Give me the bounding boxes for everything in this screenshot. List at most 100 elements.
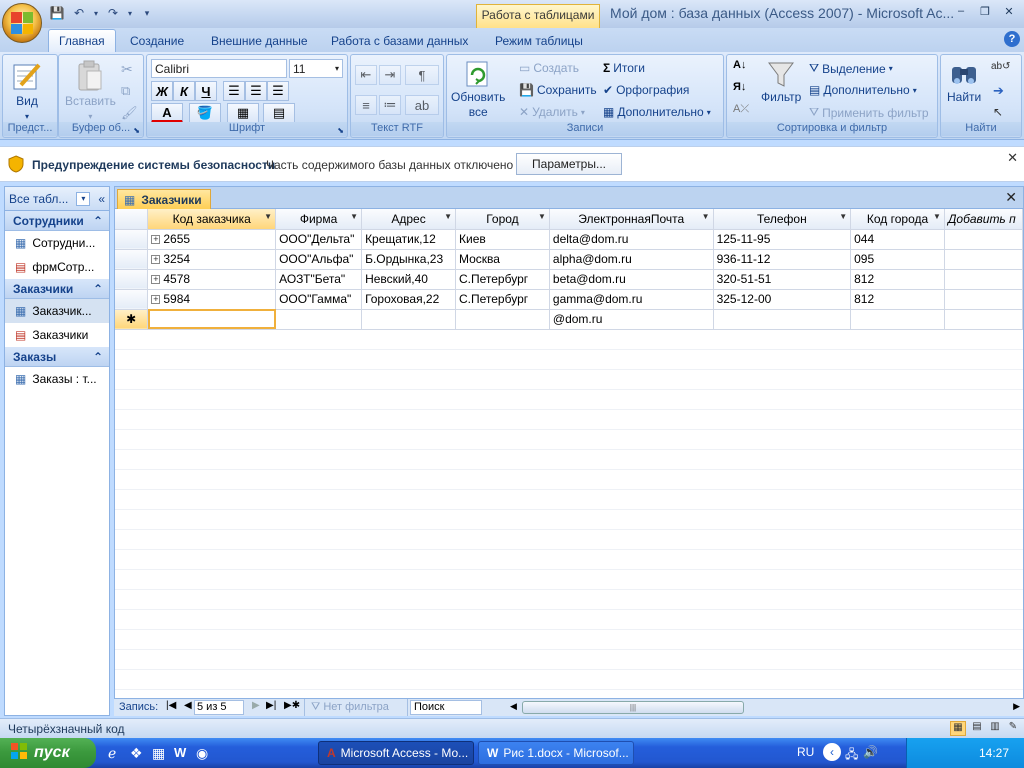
sort-descending-icon[interactable]: Я↓ [733,81,746,93]
nav-item-orders-table[interactable]: ▦ Заказы : т... [5,367,109,391]
table-cell[interactable] [944,249,1024,270]
table-cell[interactable]: +4578 [147,269,277,290]
nav-dropdown-icon[interactable]: ▾ [76,191,91,206]
tab-create[interactable]: Создание [120,29,194,52]
column-header[interactable]: Город ▼ [455,209,550,230]
highlight-button[interactable]: ab [405,95,439,115]
row-selector[interactable] [115,249,149,270]
table-row[interactable]: +3254 ООО"Альфа" Б.Ордынка,23 Москва alp… [115,249,1024,270]
tray-expand-icon[interactable]: ‹ [823,743,841,761]
tab-external-data[interactable]: Внешние данные [201,29,318,52]
decrease-indent-button[interactable]: ⇤ [355,65,377,85]
align-center-button[interactable]: ☰ [245,81,267,101]
nav-group-orders[interactable]: Заказы ⌃ [5,347,109,367]
expand-plus-icon[interactable]: + [151,235,161,245]
select-all-corner[interactable] [115,209,149,230]
table-cell[interactable]: С.Петербург [455,269,550,290]
paragraph-button[interactable]: ¶ [405,65,439,85]
pivot-table-view-icon[interactable]: ▤ [969,721,985,736]
advanced-filter-button[interactable]: ▤ Дополнительно ▾ [809,83,917,97]
undo-dropdown-icon[interactable]: ▾ [92,4,100,22]
document-tab-customers[interactable]: ▦ Заказчики [117,189,211,209]
view-button[interactable]: Вид ▾ [11,59,43,123]
scroll-left-icon[interactable]: ◀ [510,701,517,712]
align-right-button[interactable]: ☰ [267,81,289,101]
table-row[interactable]: +2655 ООО"Дельта" Крещатик,12 Киев delta… [115,229,1024,250]
column-header[interactable]: Адрес ▼ [361,209,456,230]
more-records-button[interactable]: ▦ Дополнительно ▾ [603,105,711,119]
new-record-button[interactable]: ▭ Создать [519,61,579,75]
row-selector[interactable] [115,289,149,310]
language-indicator[interactable]: RU [797,745,814,759]
table-cell[interactable]: Гороховая,22 [361,289,456,310]
media-icon[interactable]: ◉ [196,745,208,762]
explorer-icon[interactable]: ❖ [130,745,143,762]
table-cell[interactable]: 936-11-12 [713,249,852,270]
column-header[interactable]: ЭлектроннаяПочта ▼ [549,209,714,230]
tab-database-tools[interactable]: Работа с базами данных [321,29,478,52]
totals-button[interactable]: Σ Итоги [603,61,645,75]
table-cell[interactable]: 125-11-95 [713,229,852,250]
replace-icon[interactable]: ab↺ [991,61,1011,72]
table-cell[interactable]: 320-51-51 [713,269,852,290]
column-header[interactable]: Телефон ▼ [713,209,852,230]
table-cell[interactable]: 044 [850,229,945,250]
table-cell[interactable] [944,269,1024,290]
select-icon[interactable]: ↖ [993,105,1003,119]
help-icon[interactable]: ? [1004,31,1020,47]
column-dropdown-icon[interactable]: ▼ [350,212,358,221]
table-cell[interactable]: Киев [455,229,550,250]
table-cell[interactable]: Б.Ордынка,23 [361,249,456,270]
new-row-star-icon[interactable]: ✱ [115,309,149,330]
column-header[interactable]: Код заказчика ▼ [147,209,277,230]
document-close-icon[interactable]: ✕ [1005,189,1017,206]
table-cell[interactable]: 812 [850,289,945,310]
table-cell[interactable]: Невский,40 [361,269,456,290]
task-access[interactable]: A Microsoft Access - Мо... [318,741,474,765]
row-selector[interactable] [115,269,149,290]
nav-item-employees-table[interactable]: ▦ Сотрудни... [5,231,109,255]
font-size-combo[interactable]: 11 ▾ [289,59,343,78]
network-icon[interactable]: 🖧 [845,745,858,766]
table-cell[interactable]: С.Петербург [455,289,550,310]
close-button[interactable]: ✕ [998,2,1020,20]
table-row[interactable]: +5984 ООО"Гамма" Гороховая,22 С.Петербур… [115,289,1024,310]
design-view-icon[interactable]: ✎ [1005,721,1021,736]
column-dropdown-icon[interactable]: ▼ [702,212,710,221]
table-cell[interactable]: alpha@dom.ru [549,249,714,270]
expand-plus-icon[interactable]: + [151,255,161,265]
alternate-fill-button[interactable]: ▤ [263,103,295,123]
minimize-button[interactable]: ‒ [950,2,972,20]
copy-icon[interactable]: ⧉ [121,83,130,99]
table-cell[interactable] [361,309,456,330]
table-cell[interactable] [713,309,852,330]
task-word[interactable]: W Рис 1.docx - Microsof... [478,741,634,765]
font-color-button[interactable]: A [151,103,183,123]
restore-button[interactable]: ❐ [974,2,996,20]
table-cell[interactable]: beta@dom.ru [549,269,714,290]
save-record-button[interactable]: 💾 Сохранить [519,83,597,97]
italic-button[interactable]: К [173,81,195,101]
table-cell[interactable]: +3254 [147,249,277,270]
spelling-button[interactable]: ✔ Орфография [603,83,689,97]
table-cell[interactable]: gamma@dom.ru [549,289,714,310]
bold-button[interactable]: Ж [151,81,173,101]
column-dropdown-icon[interactable]: ▼ [444,212,452,221]
table-cell[interactable]: Крещатик,12 [361,229,456,250]
clipboard-launcher-icon[interactable]: ⬊ [133,126,140,135]
sort-ascending-icon[interactable]: A↓ [733,59,746,71]
table-cell[interactable] [147,309,277,330]
table-cell[interactable]: 095 [850,249,945,270]
table-cell[interactable]: +2655 [147,229,277,250]
font-launcher-icon[interactable]: ⬊ [337,126,344,135]
nav-item-customers-form[interactable]: ▤ Заказчики [5,323,109,347]
table-cell[interactable] [850,309,945,330]
record-position-input[interactable]: 5 из 5 [194,700,244,715]
word-icon[interactable]: W [174,745,186,760]
office-button[interactable] [2,3,42,43]
bullets-button[interactable]: ≔ [379,95,401,115]
paste-button[interactable]: Вставить ▾ [65,59,116,123]
nav-group-customers[interactable]: Заказчики ⌃ [5,279,109,299]
column-dropdown-icon[interactable]: ▼ [538,212,546,221]
tab-datasheet[interactable]: Режим таблицы [485,29,593,52]
